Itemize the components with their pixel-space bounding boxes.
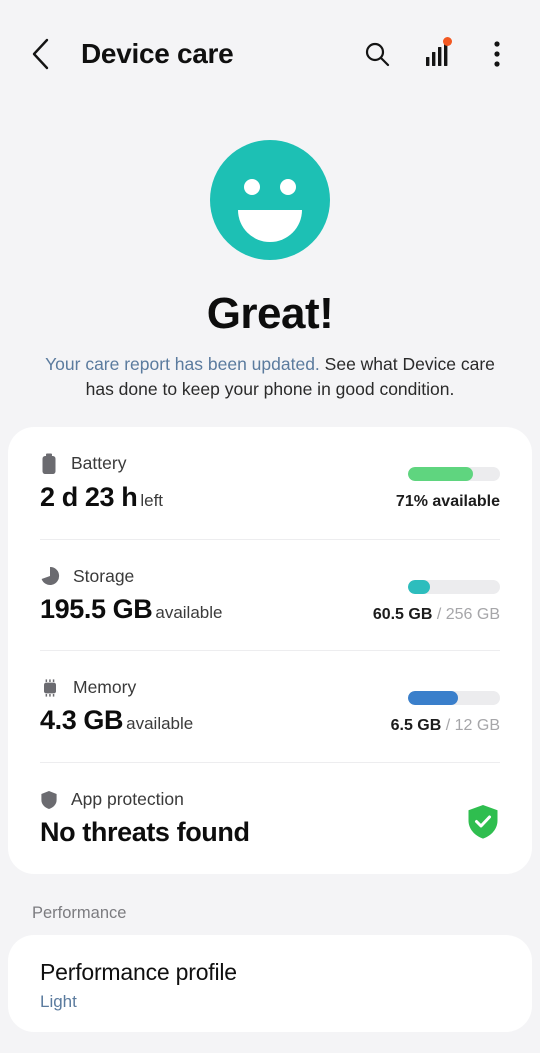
storage-caption-muted: / 256 GB: [432, 605, 500, 623]
section-label-performance: Performance: [32, 903, 127, 922]
storage-bar-track: [408, 579, 500, 594]
device-status-card: Battery 2 d 23 h left 71% available Stor…: [8, 426, 532, 874]
storage-value: 195.5 GB available: [40, 593, 373, 627]
storage-info: Storage 195.5 GB available: [40, 566, 373, 627]
battery-meter: 71% available: [396, 453, 500, 511]
battery-caption-main: 71% available: [395, 492, 500, 510]
chevron-left-icon: [32, 38, 49, 70]
shield-icon: [41, 790, 57, 809]
hero-description: Your care report has been updated. See w…: [40, 352, 500, 403]
smiley-face-icon: [210, 140, 330, 260]
page-title: Device care: [81, 38, 234, 69]
more-vertical-icon: [494, 41, 500, 67]
storage-unit: available: [155, 602, 223, 622]
app-protection-label: App protection: [71, 789, 184, 809]
performance-profile-value: Light: [40, 991, 77, 1011]
performance-card: Performance profile Light: [8, 934, 532, 1032]
memory-chip-icon: [44, 679, 56, 697]
battery-header: Battery: [40, 453, 396, 475]
memory-bar-fill: [408, 691, 458, 706]
battery-unit: left: [140, 490, 164, 510]
battery-bar-fill: [408, 466, 474, 481]
battery-time: 2 d 23 h: [40, 481, 138, 512]
battery-icon: [42, 453, 56, 474]
memory-unit: available: [126, 714, 194, 734]
app-bar-actions: [360, 34, 514, 74]
care-status-hero: Great! Your care report has been updated…: [0, 108, 540, 403]
hero-title: Great!: [206, 289, 334, 338]
performance-profile-title: Performance profile: [40, 958, 237, 985]
search-button[interactable]: [360, 34, 394, 74]
storage-amount: 195.5 GB: [40, 593, 153, 624]
pie-chart-icon: [41, 566, 60, 585]
battery-caption: 71% available: [396, 493, 500, 511]
status-row-app-protection[interactable]: App protection No threats found: [8, 763, 532, 874]
app-protection-info: App protection No threats found: [40, 789, 466, 850]
battery-bar-track: [408, 466, 500, 481]
memory-value: 4.3 GB available: [40, 704, 391, 738]
storage-caption: 60.5 GB / 256 GB: [373, 606, 500, 624]
battery-label: Battery: [71, 453, 127, 474]
notification-badge-dot: [443, 37, 452, 46]
memory-caption-main: 6.5 GB: [390, 717, 442, 735]
status-row-memory[interactable]: Memory 4.3 GB available 6.5 GB / 12 GB: [8, 651, 532, 762]
storage-label: Storage: [73, 565, 135, 586]
memory-meter: 6.5 GB / 12 GB: [391, 677, 500, 735]
memory-info: Memory 4.3 GB available: [40, 677, 391, 738]
care-report-link[interactable]: Your care report has been updated.: [45, 354, 320, 374]
app-bar: Device care: [0, 0, 540, 108]
memory-header: Memory: [40, 677, 391, 698]
app-protection-value: No threats found: [40, 817, 250, 847]
memory-bar-track: [408, 691, 500, 706]
storage-meter: 60.5 GB / 256 GB: [373, 566, 500, 624]
back-button[interactable]: [30, 32, 64, 76]
battery-info: Battery 2 d 23 h left: [40, 453, 396, 515]
status-row-storage[interactable]: Storage 195.5 GB available 60.5 GB / 256 …: [8, 540, 532, 651]
status-row-battery[interactable]: Battery 2 d 23 h left 71% available: [8, 427, 532, 539]
memory-caption-muted: / 12 GB: [441, 717, 500, 735]
shield-check-icon: [468, 804, 498, 839]
usage-stats-button[interactable]: [420, 34, 454, 74]
battery-value: 2 d 23 h left: [40, 481, 396, 515]
performance-profile-row[interactable]: Performance profile Light: [8, 935, 532, 1032]
memory-label: Memory: [73, 677, 137, 698]
storage-caption-main: 60.5 GB: [372, 605, 433, 623]
memory-amount: 4.3 GB: [40, 705, 124, 736]
app-protection-status-badge: [466, 803, 500, 846]
storage-header: Storage: [40, 566, 373, 587]
more-options-button[interactable]: [480, 34, 514, 74]
memory-caption: 6.5 GB / 12 GB: [391, 717, 500, 735]
search-icon: [365, 42, 390, 67]
app-protection-header: App protection: [40, 789, 466, 810]
storage-bar-fill: [408, 579, 431, 594]
